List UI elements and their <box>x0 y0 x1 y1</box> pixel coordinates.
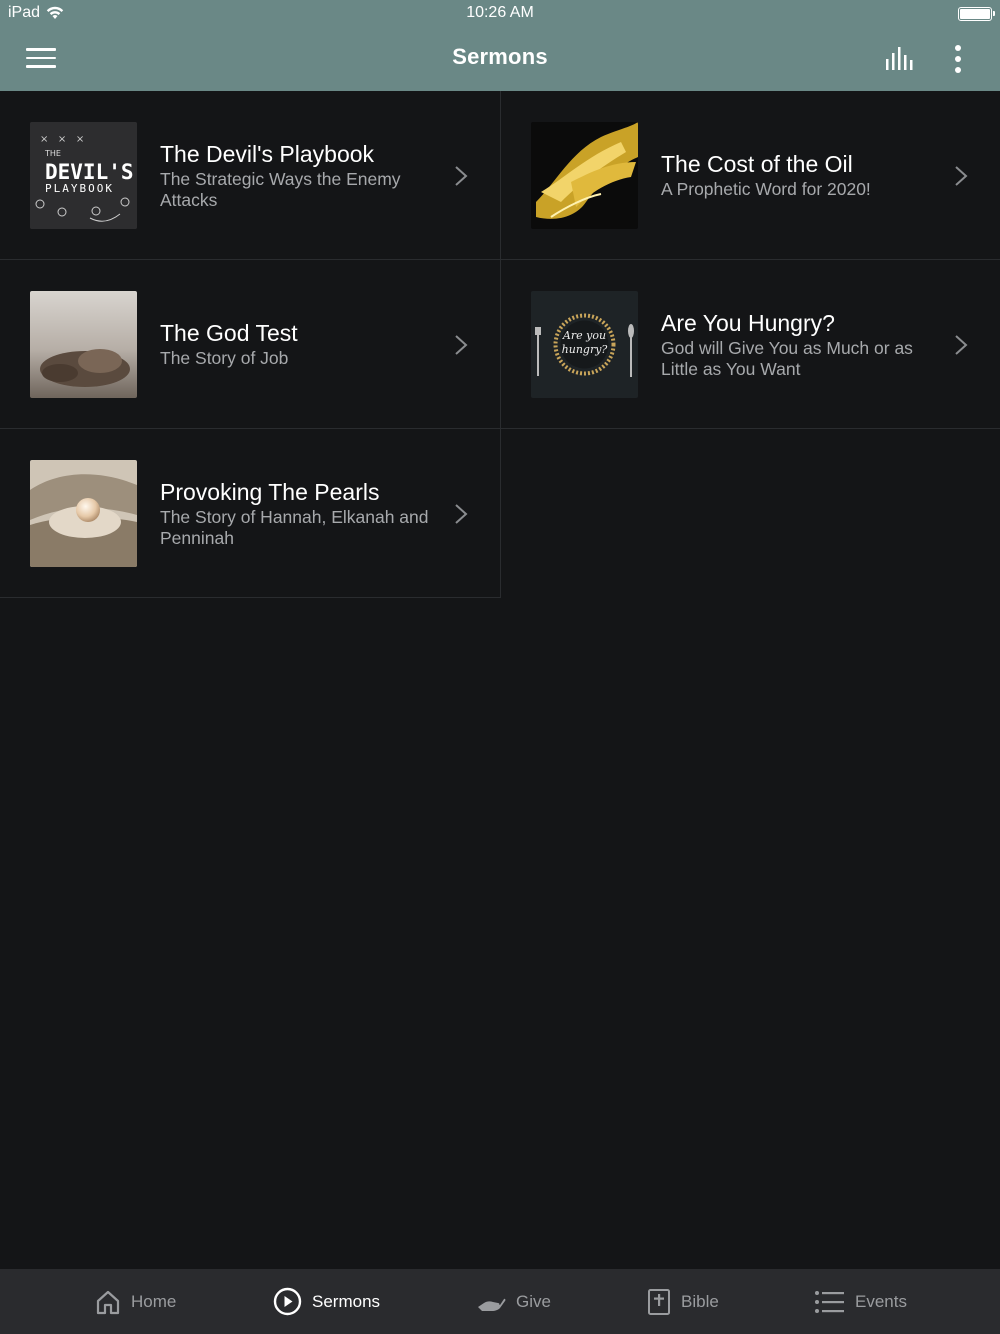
svg-text:PLAYBOOK: PLAYBOOK <box>45 182 114 195</box>
chevron-right-icon <box>955 335 968 355</box>
sermon-title: Provoking The Pearls <box>160 478 380 505</box>
status-bar: iPad 10:26 AM <box>0 0 1000 28</box>
tab-label: Sermons <box>312 1291 381 1311</box>
battery-icon <box>958 7 995 21</box>
tab-bar: Home Sermons Give Bible Events <box>0 1269 1000 1334</box>
sermon-subtitle: A Prophetic Word for 2020! <box>661 179 871 199</box>
svg-text:hungry?: hungry? <box>562 343 608 356</box>
chevron-right-icon <box>955 166 968 186</box>
sermon-title: The God Test <box>160 320 298 346</box>
sermon-subtitle: God will Give You as Much or as Little a… <box>661 337 913 379</box>
play-circle-icon <box>273 1287 302 1316</box>
svg-text:DEVIL'S: DEVIL'S <box>45 160 134 184</box>
tab-sermons[interactable]: Sermons <box>273 1269 380 1334</box>
sermon-card[interactable]: Are you hungry? Are You Hungry? God will… <box>501 260 1000 429</box>
chevron-right-icon <box>455 166 468 186</box>
page-title: Sermons <box>452 44 548 69</box>
sermon-artwork: × × × THE DEVIL'S PLAYBOOK <box>30 122 137 229</box>
sermon-title: Are You Hungry? <box>661 309 835 336</box>
sermon-card[interactable]: The God Test The Story of Job <box>0 260 501 429</box>
sermon-artwork <box>30 291 137 398</box>
sermon-artwork: Are you hungry? <box>531 291 638 398</box>
sermon-title: The Cost of the Oil <box>661 151 853 177</box>
sermon-card[interactable]: Provoking The Pearls The Story of Hannah… <box>0 429 501 598</box>
tab-label: Give <box>516 1291 551 1311</box>
sermon-card[interactable]: × × × THE DEVIL'S PLAYBOOK The Devil's P… <box>0 91 501 260</box>
home-icon <box>96 1290 120 1314</box>
more-options-icon[interactable] <box>948 44 968 74</box>
tab-label: Home <box>131 1291 177 1311</box>
list-icon <box>815 1290 844 1313</box>
bible-icon <box>648 1288 670 1315</box>
tab-home[interactable]: Home <box>95 1269 176 1334</box>
audio-bars-icon[interactable] <box>884 47 918 71</box>
sermon-title: The Devil's Playbook <box>160 140 375 167</box>
chevron-right-icon <box>455 504 468 524</box>
tab-give[interactable]: Give <box>476 1269 551 1334</box>
sermon-card[interactable]: The Cost of the Oil A Prophetic Word for… <box>501 91 1000 260</box>
sermon-subtitle: The Story of Hannah, Elkanah and Pennina… <box>160 506 429 548</box>
give-hand-icon <box>478 1298 506 1311</box>
top-bar: iPad 10:26 AM Sermons <box>0 0 1000 91</box>
status-time: 10:26 AM <box>466 4 534 21</box>
sermon-subtitle: The Story of Job <box>160 348 289 368</box>
tab-events[interactable]: Events <box>814 1269 907 1334</box>
sermon-subtitle: The Strategic Ways the Enemy Attacks <box>160 168 401 210</box>
svg-text:Are you: Are you <box>562 329 606 342</box>
svg-text:× × ×: × × × <box>40 134 84 145</box>
tab-label: Bible <box>681 1291 719 1311</box>
tab-label: Events <box>855 1291 907 1311</box>
tab-bible[interactable]: Bible <box>647 1269 719 1334</box>
sermon-artwork <box>30 460 137 567</box>
svg-text:THE: THE <box>44 149 61 158</box>
chevron-right-icon <box>455 335 468 355</box>
sermon-artwork <box>531 122 638 229</box>
